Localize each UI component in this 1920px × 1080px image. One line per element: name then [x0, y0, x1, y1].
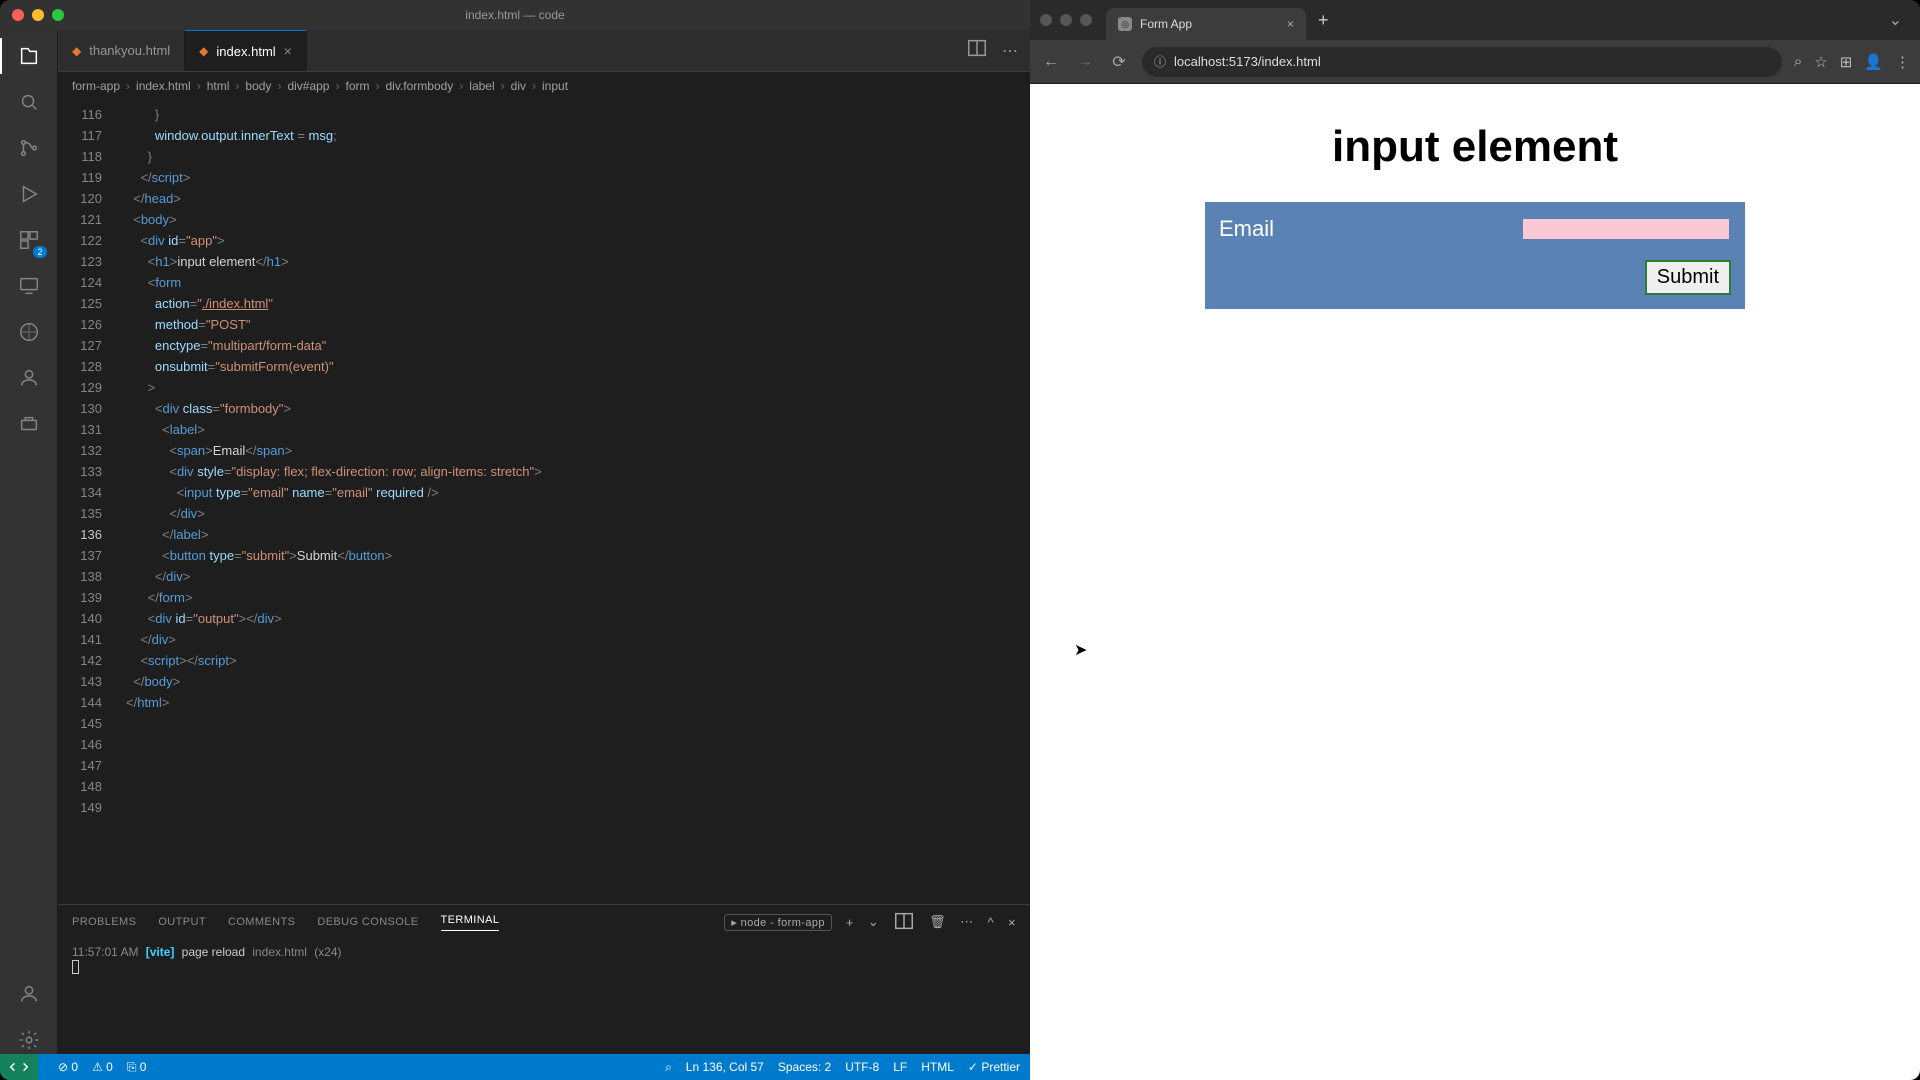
more-actions-icon[interactable]: ⋯ — [1002, 41, 1018, 61]
bottom-panel: PROBLEMS OUTPUT COMMENTS DEBUG CONSOLE T… — [58, 904, 1030, 1054]
email-label: Email — [1219, 216, 1274, 242]
tab-index[interactable]: ◆ index.html × — [185, 30, 307, 71]
status-bar: ⊘ 0 ⚠ 0 ⎘ 0 ⌕ Ln 136, Col 57 Spaces: 2 U… — [0, 1054, 1030, 1080]
close-window-icon[interactable] — [12, 9, 24, 21]
url-text: localhost:5173/index.html — [1174, 54, 1321, 69]
zoom-icon[interactable]: ⌕ — [1794, 53, 1802, 70]
status-warnings[interactable]: ⚠ 0 — [92, 1060, 113, 1074]
editor-tabbar: ◆ thankyou.html ◆ index.html × ⋯ — [58, 30, 1030, 72]
browser-tab-title: Form App — [1140, 17, 1192, 31]
split-terminal-icon[interactable] — [893, 910, 915, 935]
live-share-icon[interactable] — [15, 364, 43, 392]
status-encoding[interactable]: UTF-8 — [845, 1060, 879, 1074]
panel-tab-output[interactable]: OUTPUT — [158, 916, 206, 928]
line-gutter: 1161171181191201211221231241251261271281… — [58, 100, 120, 904]
vscode-titlebar: index.html — code — [0, 0, 1030, 30]
address-bar[interactable]: ⓘ localhost:5173/index.html — [1142, 47, 1782, 77]
breadcrumb[interactable]: form-app› index.html› html› body› div#ap… — [58, 72, 1030, 100]
nav-back-icon[interactable]: ← — [1040, 53, 1062, 71]
panel-tab-debug[interactable]: DEBUG CONSOLE — [317, 916, 418, 928]
tab-overflow-icon[interactable]: ⌄ — [1881, 10, 1910, 30]
settings-gear-icon[interactable] — [15, 1026, 43, 1054]
close-tab-icon[interactable]: × — [1287, 17, 1294, 31]
browser-toolbar: ← → ⟳ ⓘ localhost:5173/index.html ⌕ ☆ ⊞ … — [1030, 40, 1920, 84]
explorer-icon[interactable] — [15, 42, 43, 70]
submit-button[interactable]: Submit — [1645, 260, 1731, 295]
ports-icon[interactable] — [15, 410, 43, 438]
bookmark-star-icon[interactable]: ☆ — [1814, 53, 1827, 71]
tab-thankyou[interactable]: ◆ thankyou.html — [58, 30, 185, 71]
code-area[interactable]: } window.output.innerText = msg; } </scr… — [120, 100, 1030, 904]
form-body: Email Submit — [1205, 202, 1745, 309]
terminal-cursor — [72, 960, 79, 974]
new-terminal-icon[interactable]: + — [846, 915, 854, 930]
status-spaces[interactable]: Spaces: 2 — [778, 1060, 831, 1074]
tab-label: index.html — [216, 44, 275, 59]
status-errors[interactable]: ⊘ 0 — [58, 1060, 78, 1074]
site-info-icon[interactable]: ⓘ — [1154, 53, 1166, 70]
activity-bar: 2 — [0, 30, 58, 1054]
browser-viewport[interactable]: input element Email Submit — [1030, 84, 1920, 1080]
terminal-output[interactable]: 11:57:01 AM [vite] page reload index.htm… — [58, 939, 1030, 1054]
status-ports[interactable]: ⎘ 0 — [127, 1060, 147, 1075]
profile-avatar-icon[interactable]: 👤 — [1864, 53, 1883, 71]
run-debug-icon[interactable] — [15, 180, 43, 208]
vscode-window: index.html — code 2 ◆ thankyou.html — [0, 0, 1030, 1080]
browser-window: ◎ Form App × + ⌄ ← → ⟳ ⓘ localhost:5173/… — [1030, 0, 1920, 1080]
page-heading: input element — [1070, 122, 1880, 172]
kill-terminal-icon[interactable]: 🗑 — [929, 914, 946, 930]
close-panel-icon[interactable]: × — [1008, 915, 1016, 930]
close-tab-icon[interactable]: × — [284, 43, 292, 59]
panel-tab-comments[interactable]: COMMENTS — [228, 916, 295, 928]
terminal-dropdown-icon[interactable]: ⌄ — [868, 914, 879, 930]
status-search-icon[interactable]: ⌕ — [665, 1060, 672, 1075]
panel-tab-problems[interactable]: PROBLEMS — [72, 916, 136, 928]
terminal-launch-profile[interactable]: ▸ node - form-app — [724, 914, 832, 931]
status-prettier[interactable]: ✓ Prettier — [968, 1060, 1020, 1074]
window-title: index.html — code — [0, 8, 1030, 22]
remote-explorer-icon[interactable] — [15, 272, 43, 300]
status-lang[interactable]: HTML — [921, 1060, 954, 1074]
html-file-icon: ◆ — [72, 44, 81, 58]
nav-forward-icon[interactable]: → — [1074, 53, 1096, 71]
code-editor[interactable]: 1161171181191201211221231241251261271281… — [58, 100, 1030, 904]
panel-tabs: PROBLEMS OUTPUT COMMENTS DEBUG CONSOLE T… — [58, 905, 1030, 939]
maximize-panel-icon[interactable]: ^ — [987, 915, 994, 930]
browser-tab[interactable]: ◎ Form App × — [1106, 8, 1306, 40]
email-input[interactable] — [1521, 217, 1731, 241]
browser-menu-icon[interactable]: ⋮ — [1895, 53, 1910, 71]
split-editor-icon[interactable] — [966, 37, 988, 64]
browser-tabstrip: ◎ Form App × + ⌄ — [1030, 0, 1920, 40]
status-ln-col[interactable]: Ln 136, Col 57 — [686, 1060, 764, 1074]
extensions-puzzle-icon[interactable]: ⊞ — [1840, 53, 1853, 71]
terminal-more-icon[interactable]: ⋯ — [960, 914, 973, 930]
accounts-icon[interactable] — [15, 980, 43, 1008]
tab-label: thankyou.html — [89, 43, 170, 58]
favicon-icon: ◎ — [1118, 17, 1132, 31]
extensions-icon[interactable]: 2 — [15, 226, 43, 254]
reload-icon[interactable]: ⟳ — [1108, 52, 1130, 72]
source-control-icon[interactable] — [15, 134, 43, 162]
extensions-badge: 2 — [33, 246, 46, 258]
html-file-icon: ◆ — [199, 44, 208, 58]
panel-tab-terminal[interactable]: TERMINAL — [441, 914, 500, 931]
browser-window-controls[interactable] — [1040, 14, 1092, 26]
new-tab-button[interactable]: + — [1306, 10, 1341, 31]
search-icon[interactable] — [15, 88, 43, 116]
window-controls[interactable] — [12, 9, 64, 21]
testing-icon[interactable] — [15, 318, 43, 346]
zoom-window-icon[interactable] — [52, 9, 64, 21]
minimize-window-icon[interactable] — [32, 9, 44, 21]
remote-indicator[interactable] — [0, 1054, 38, 1080]
status-eol[interactable]: LF — [893, 1060, 907, 1074]
